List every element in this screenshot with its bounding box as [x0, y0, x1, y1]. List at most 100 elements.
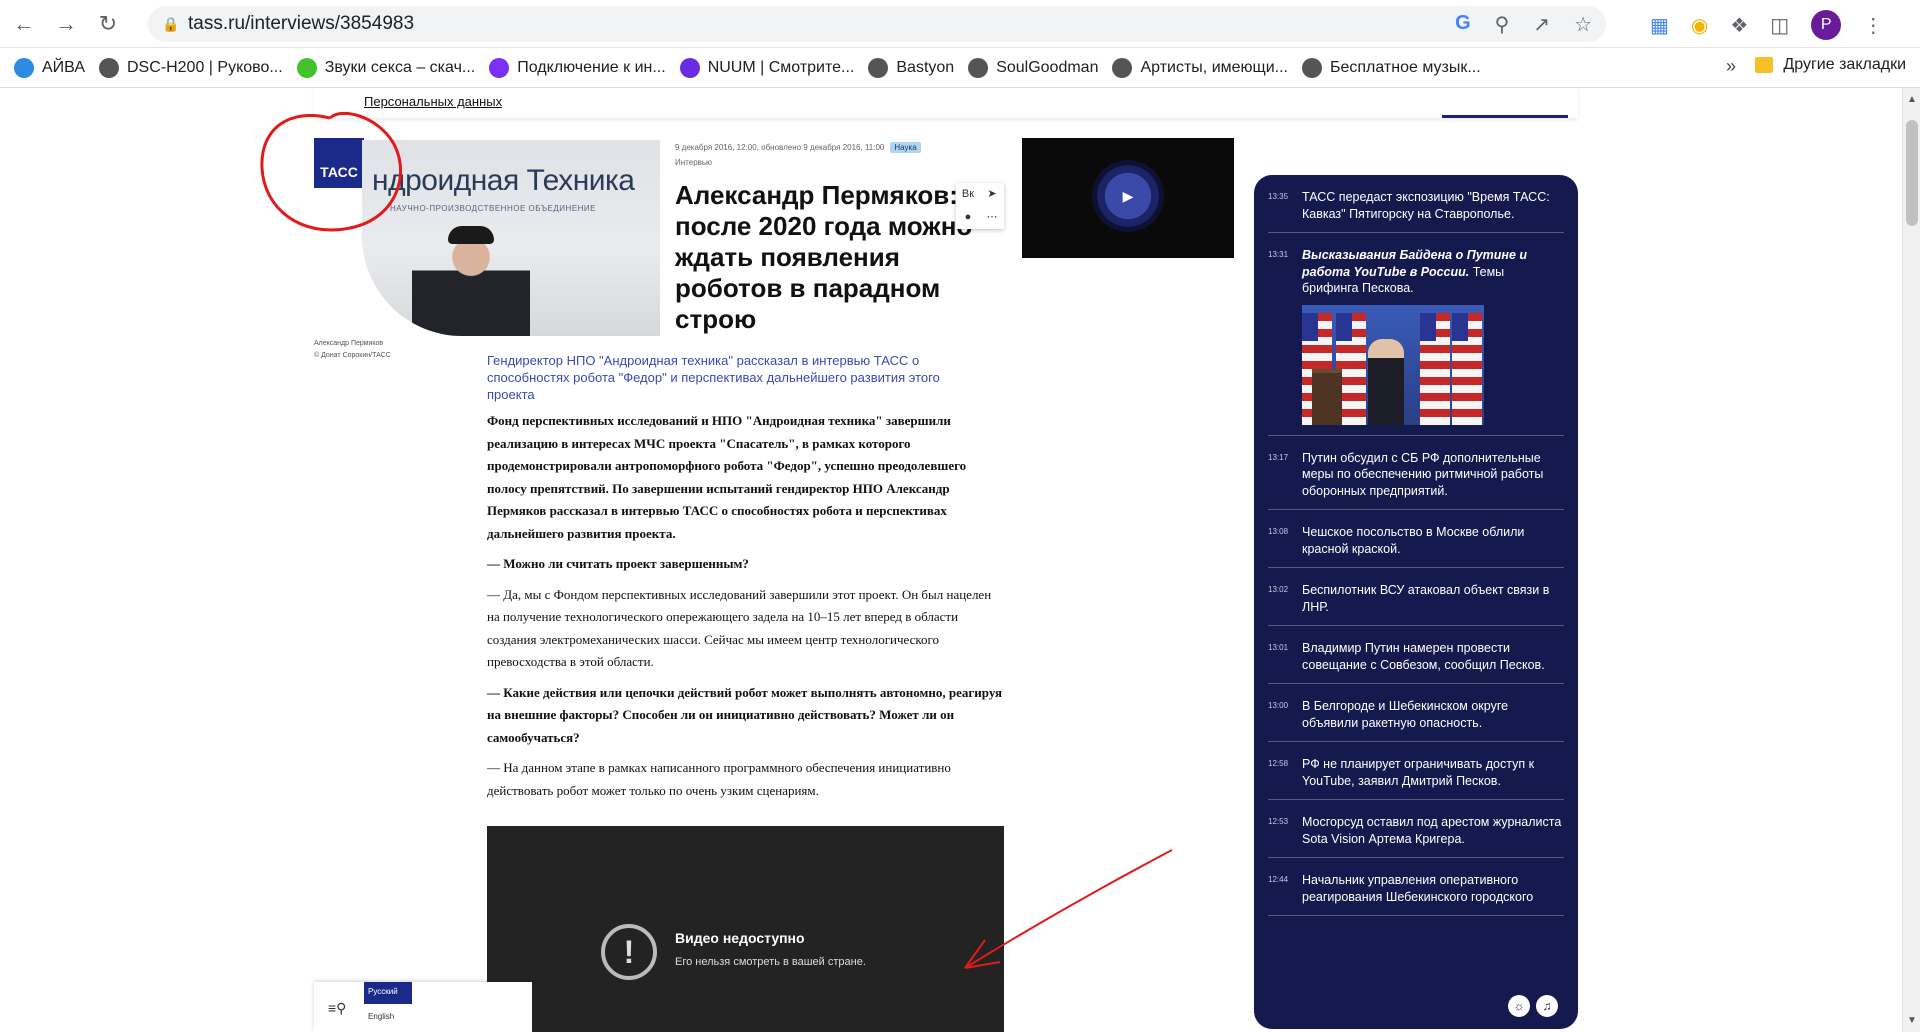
address-bar[interactable]: 🔒 tass.ru/interviews/3854983 G ⚲ ↗ ☆ — [148, 6, 1606, 42]
bookmark-label: Bastyon — [896, 58, 955, 76]
feed-time: 12:53 — [1268, 817, 1289, 826]
page-scrollbar[interactable]: ▲ ▼ — [1902, 88, 1920, 1032]
feed-text-block: Начальник управления оперативного реагир… — [1302, 872, 1564, 905]
hero-brand-subtitle: НАУЧНО-ПРОИЗВОДСТВЕННОЕ ОБЪЕДИНЕНИЕ — [390, 204, 597, 213]
feed-item[interactable]: 12:44 Начальник управления оперативного р… — [1268, 858, 1564, 916]
article-body: Фонд перспективных исследований и НПО "А… — [487, 410, 1007, 810]
feed-text-block: Путин обсудил с СБ РФ дополнительные мер… — [1302, 450, 1564, 500]
feed-text-block: Высказывания Байдена о Путине и работа Y… — [1302, 247, 1564, 425]
feed-text-block: Мосгорсуд оставил под арестом журналиста… — [1302, 814, 1564, 847]
photo-caption-credit: © Донат Сорокин/ТАСС — [314, 352, 391, 359]
bookmark-item[interactable]: Артисты, имеющи... — [1112, 57, 1288, 78]
bookmark-label: NUUM | Смотрите... — [707, 58, 855, 76]
browser-toolbar: ← → ↻ 🔒 tass.ru/interviews/3854983 G ⚲ ↗… — [0, 0, 1920, 48]
feed-time: 12:58 — [1268, 759, 1289, 768]
url-text: tass.ru/interviews/3854983 — [188, 13, 415, 34]
play-icon[interactable]: ▶ — [1092, 160, 1164, 232]
bookmark-item[interactable]: NUUM | Смотрите... — [679, 57, 855, 78]
bookmark-label: Бесплатное музык... — [1329, 58, 1481, 76]
bell-icon[interactable]: ♫ — [1536, 995, 1558, 1017]
feed-text: Мосгорсуд оставил под арестом журналиста… — [1302, 815, 1562, 846]
article-tag[interactable]: Наука — [890, 142, 921, 153]
lang-english[interactable]: English — [368, 1012, 394, 1021]
music-icon — [1301, 57, 1322, 78]
bookmark-item[interactable]: Звуки секса – скач... — [296, 57, 476, 78]
globe-icon — [1112, 57, 1133, 78]
feed-text-block: Беспилотник ВСУ атаковал объект связи в … — [1302, 582, 1564, 615]
feed-text-block: Чешское посольство в Москве облили красн… — [1302, 524, 1564, 557]
feed-text: Владимир Путин намерен провести совещани… — [1302, 641, 1545, 672]
article-paragraph: — Да, мы с Фондом перспективных исследов… — [487, 586, 992, 670]
bookmarks-bar: АЙВА DSC-H200 | Руково... Звуки секса – ск… — [0, 48, 1920, 88]
scroll-up-icon[interactable]: ▲ — [1907, 94, 1917, 105]
bookmark-item[interactable]: SoulGoodman — [968, 57, 1098, 78]
bookmark-label: DSC-H200 | Руково... — [126, 58, 283, 76]
ok-share-icon[interactable]: ● — [956, 206, 980, 229]
feed-item[interactable]: 12:58 РФ не планирует ограничивать доступ… — [1268, 742, 1564, 800]
telegram-share-icon[interactable]: ➤ — [980, 183, 1004, 206]
feed-time: 13:01 — [1268, 643, 1289, 652]
bookmark-label: Звуки секса – скач... — [324, 58, 476, 76]
personal-data-link[interactable]: Персональных данных — [364, 94, 502, 109]
aiva-icon — [14, 57, 34, 78]
brightness-icon[interactable]: ☼ — [1508, 995, 1530, 1017]
scroll-down-icon[interactable]: ▼ — [1907, 1015, 1917, 1026]
bookmark-item[interactable]: DSC-H200 | Руково... — [98, 57, 283, 78]
feed-item[interactable]: 13:02 Беспилотник ВСУ атаковал объект свя… — [1268, 568, 1564, 626]
language-switcher: ≡⚲ Русский English — [314, 982, 532, 1032]
feed-item[interactable]: 13:00 В Белгороде и Шебекинском округе об… — [1268, 684, 1564, 742]
star-icon[interactable]: ☆ — [1574, 12, 1592, 37]
more-share-icon[interactable]: ⋯ — [980, 206, 1004, 229]
vk-share-icon[interactable]: Вк — [956, 183, 980, 206]
share-icon[interactable]: ↗ — [1533, 12, 1550, 37]
bookmarks-more-button[interactable]: » — [1726, 56, 1736, 77]
other-bookmarks[interactable]: Другие закладки — [1755, 56, 1906, 74]
tass-logo[interactable]: ТАСС — [314, 138, 364, 188]
feed-time: 13:17 — [1268, 452, 1289, 462]
bookmark-icon — [489, 57, 510, 78]
menu-icon[interactable]: ⋮ — [1863, 13, 1883, 38]
reload-button[interactable]: ↻ — [90, 6, 126, 42]
feed-text: Беспилотник ВСУ атаковал объект связи в … — [1302, 583, 1550, 614]
translate-extension-icon[interactable]: ▦ — [1650, 13, 1669, 38]
avatar[interactable]: P — [1811, 10, 1842, 40]
article-paragraph: — Можно ли считать проект завершенным? — [487, 556, 749, 571]
feed-time: 13:00 — [1268, 701, 1289, 710]
feed-item[interactable]: 13:08 Чешское посольство в Москве облили … — [1268, 510, 1564, 568]
lang-russian[interactable]: Русский — [364, 982, 412, 1004]
sidepanel-icon[interactable]: ◫ — [1770, 13, 1789, 38]
video-unavailable-subtitle: Его нельзя смотреть в вашей стране. — [675, 956, 866, 968]
zoom-icon[interactable]: ⚲ — [1495, 12, 1510, 37]
bookmark-label: Подключение к ин... — [517, 58, 666, 76]
search-menu-icon[interactable]: ≡⚲ — [328, 1000, 346, 1017]
bookmark-label: АЙВА — [42, 58, 85, 76]
folder-icon — [1755, 57, 1774, 73]
bookmark-item[interactable]: Подключение к ин... — [489, 57, 666, 78]
bookmark-item[interactable]: Bastyon — [868, 57, 955, 78]
extension-icon[interactable]: ◉ — [1691, 13, 1708, 38]
feed-text-block: РФ не планирует ограничивать доступ к Yo… — [1302, 756, 1564, 789]
lock-icon: 🔒 — [162, 16, 180, 32]
feed-text: РФ не планирует ограничивать доступ к Yo… — [1302, 757, 1535, 788]
feed-text-block: ТАСС передаст экспозицию "Время ТАСС: Ка… — [1302, 189, 1564, 222]
video-player[interactable]: ▶ — [1022, 138, 1234, 258]
back-button[interactable]: ← — [6, 6, 42, 42]
puzzle-icon[interactable]: ❖ — [1730, 13, 1748, 38]
feed-item[interactable]: 13:01 Владимир Путин намерен провести сов… — [1268, 626, 1564, 684]
hero-brand-text: ндроидная Техника — [372, 164, 635, 197]
feed-item[interactable]: 13:31 Высказывания Байдена о Путине и раб… — [1268, 233, 1564, 436]
google-icon[interactable]: G — [1455, 12, 1471, 37]
feed-item[interactable]: 13:17 Путин обсудил с СБ РФ дополнительны… — [1268, 436, 1564, 510]
article-rubric[interactable]: Интервью — [675, 158, 712, 167]
bookmark-label: Артисты, имеющи... — [1140, 58, 1288, 76]
feed-item[interactable]: 12:53 Мосгорсуд оставил под арестом журна… — [1268, 800, 1564, 858]
bookmark-item[interactable]: АЙВА — [14, 57, 85, 78]
feed-image[interactable] — [1302, 304, 1484, 425]
article-paragraph: — Какие действия или цепочки действий ро… — [487, 684, 1003, 745]
forward-button[interactable]: → — [48, 6, 84, 42]
photo-caption-name: Александр Пермяков — [314, 340, 384, 347]
unavailable-video: ! Видео недоступно Его нельзя смотреть в… — [487, 826, 1004, 1032]
feed-item[interactable]: 13:35 ТАСС передаст экспозицию "Время ТАС… — [1268, 175, 1564, 233]
bookmark-item[interactable]: Бесплатное музык... — [1301, 57, 1481, 78]
scroll-thumb[interactable] — [1906, 120, 1918, 226]
